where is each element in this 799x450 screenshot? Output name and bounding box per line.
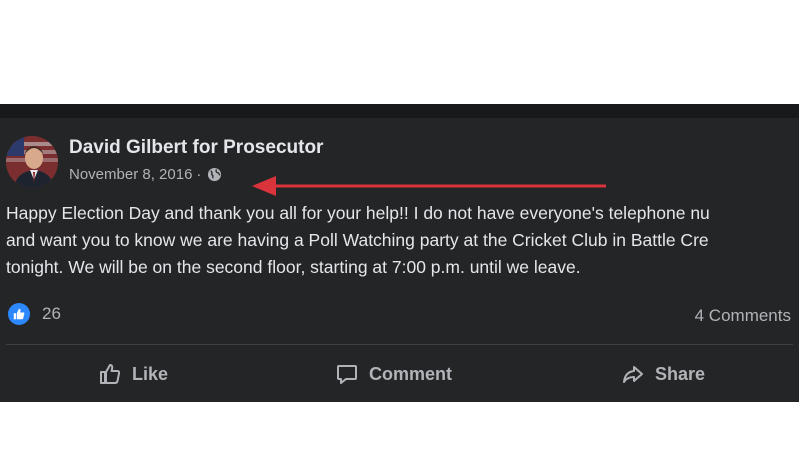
comments-count-link[interactable]: 4 Comments bbox=[695, 306, 791, 326]
comment-icon bbox=[337, 365, 357, 384]
reactions-count: 26 bbox=[42, 304, 61, 323]
author-avatar[interactable] bbox=[6, 136, 58, 188]
globe-icon bbox=[207, 167, 222, 182]
post-date[interactable]: November 8, 2016 bbox=[69, 166, 192, 183]
like-reaction-icon bbox=[8, 303, 30, 325]
share-button[interactable]: Share bbox=[621, 352, 705, 396]
actions-divider bbox=[6, 344, 793, 345]
post-body-line: tonight. We will be on the second floor,… bbox=[6, 257, 581, 277]
comment-button[interactable]: Comment bbox=[335, 352, 452, 396]
comment-button-label: Comment bbox=[369, 363, 453, 384]
reactions-summary[interactable]: 26 bbox=[8, 303, 61, 325]
share-button-label: Share bbox=[655, 363, 706, 384]
facebook-post: David Gilbert for Prosecutor November 8,… bbox=[0, 104, 799, 402]
post-body-line: Happy Election Day and thank you all for… bbox=[6, 203, 710, 223]
post-body-line: and want you to know we are having a Pol… bbox=[6, 230, 709, 250]
post-actions-bar: Like Comment Share bbox=[0, 352, 799, 396]
like-button-label: Like bbox=[132, 363, 169, 384]
post-author-name[interactable]: David Gilbert for Prosecutor bbox=[69, 137, 323, 159]
like-button[interactable]: Like bbox=[98, 352, 168, 396]
post-body: Happy Election Day and thank you all for… bbox=[6, 200, 799, 281]
thumbs-up-icon bbox=[100, 364, 121, 384]
share-arrow-icon bbox=[623, 366, 643, 383]
annotation-arrow bbox=[252, 176, 606, 196]
meta-separator: · bbox=[196, 166, 202, 183]
post-meta: November 8, 2016 · bbox=[69, 166, 222, 183]
